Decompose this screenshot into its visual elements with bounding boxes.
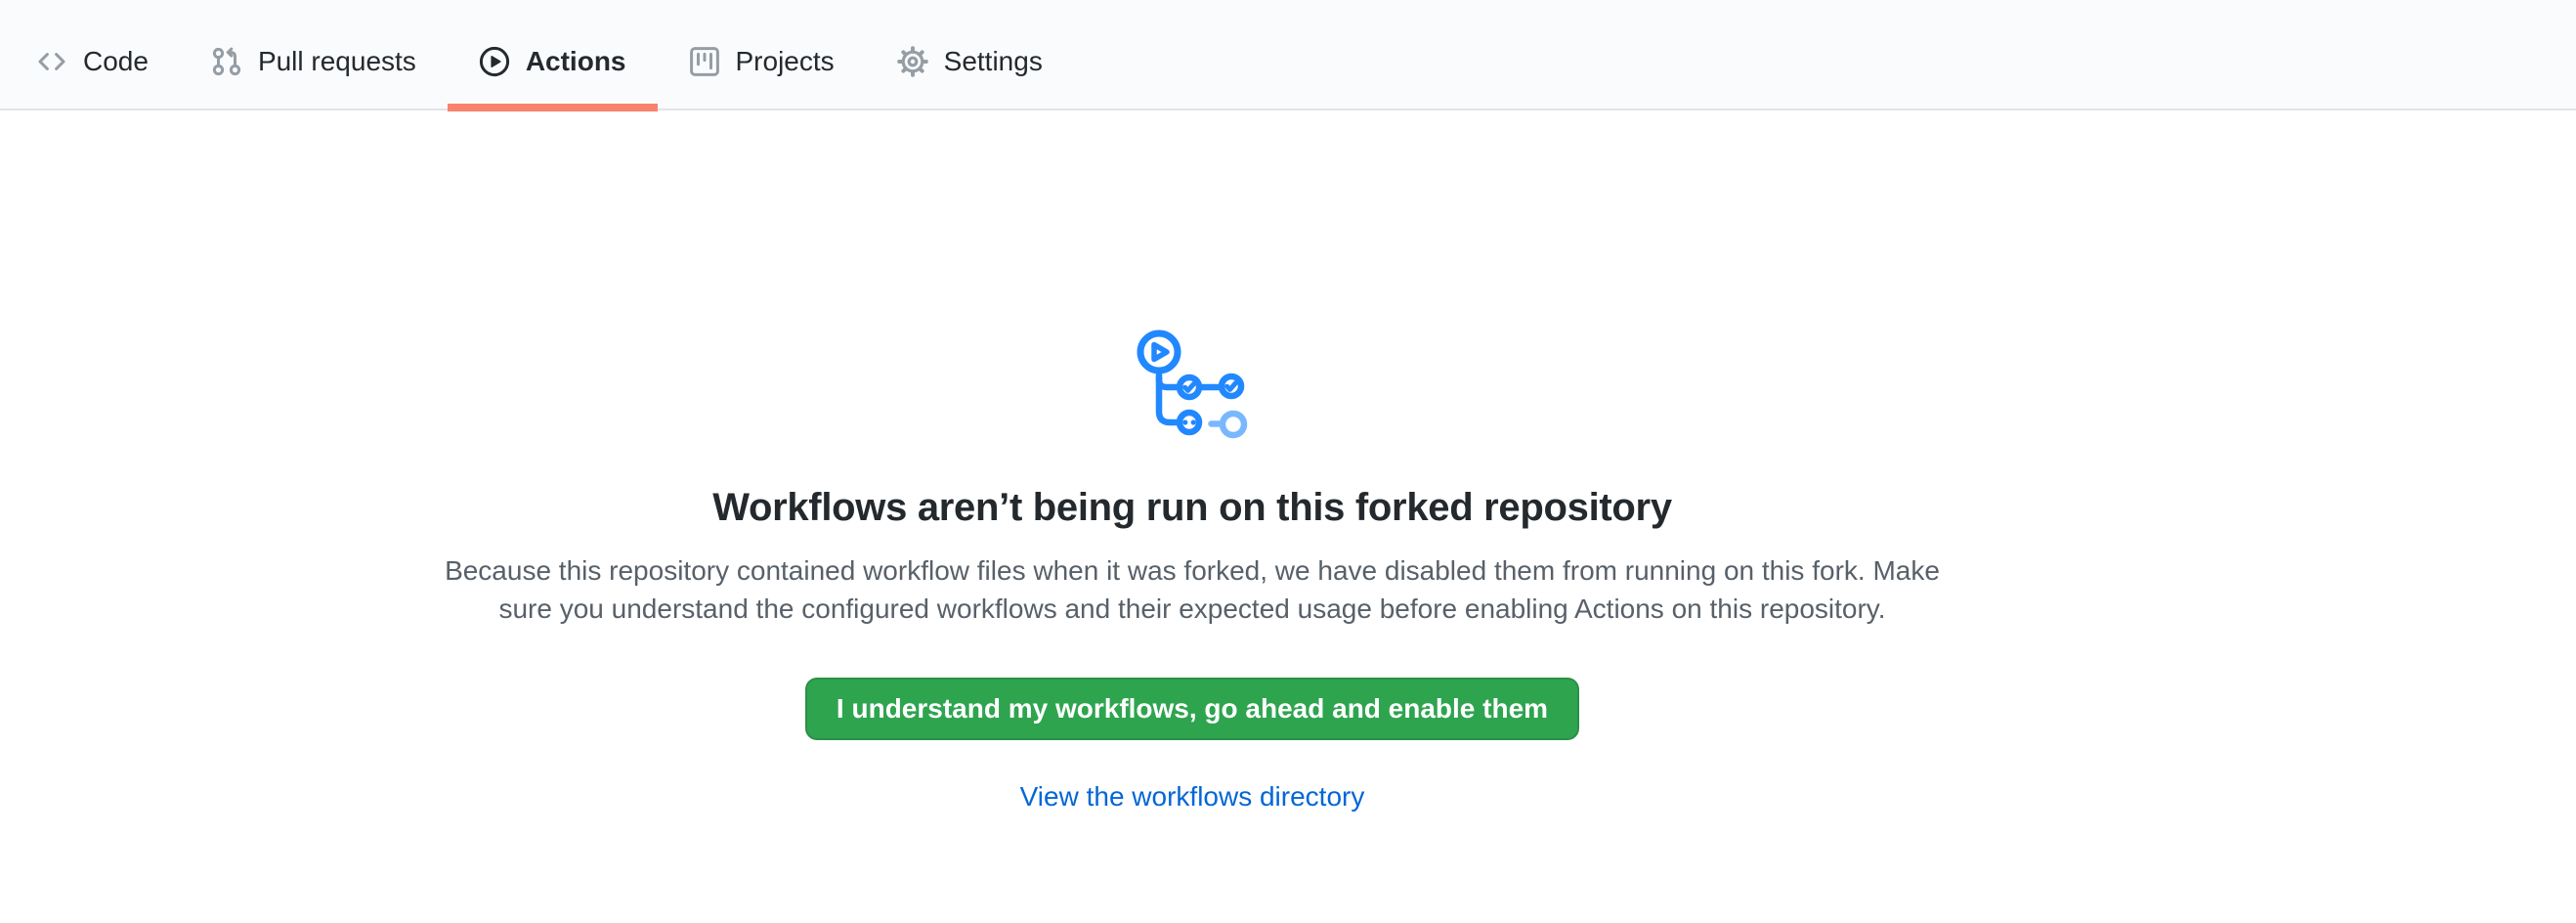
project-board-icon — [689, 46, 720, 77]
description-line-1: Because this repository contained workfl… — [0, 551, 2384, 590]
blankslate-heading: Workflows aren’t being run on this forke… — [0, 483, 2384, 532]
tab-projects[interactable]: Projects — [658, 0, 866, 109]
workflow-graph-icon — [1137, 329, 1248, 440]
view-workflows-directory-link[interactable]: View the workflows directory — [1020, 779, 1365, 814]
repo-tab-nav: Code Pull requests Actions Projects — [0, 0, 2576, 110]
tab-label: Settings — [944, 48, 1043, 75]
actions-disabled-blankslate: Workflows aren’t being run on this forke… — [0, 110, 2384, 814]
tab-label: Projects — [736, 48, 835, 75]
gear-icon — [897, 46, 928, 77]
git-pull-request-icon — [211, 46, 242, 77]
tab-actions[interactable]: Actions — [448, 0, 658, 109]
main-content: Workflows aren’t being run on this forke… — [0, 110, 2576, 814]
blankslate-description: Because this repository contained workfl… — [0, 551, 2384, 628]
description-line-2: sure you understand the configured workf… — [0, 590, 2384, 628]
tab-code[interactable]: Code — [5, 0, 180, 109]
tab-label: Actions — [526, 48, 626, 75]
code-icon — [36, 46, 67, 77]
play-circle-icon — [479, 46, 510, 77]
tab-label: Pull requests — [258, 48, 416, 75]
enable-workflows-button[interactable]: I understand my workflows, go ahead and … — [805, 678, 1579, 740]
tab-pull-requests[interactable]: Pull requests — [180, 0, 448, 109]
tab-settings[interactable]: Settings — [866, 0, 1074, 109]
tab-label: Code — [83, 48, 149, 75]
